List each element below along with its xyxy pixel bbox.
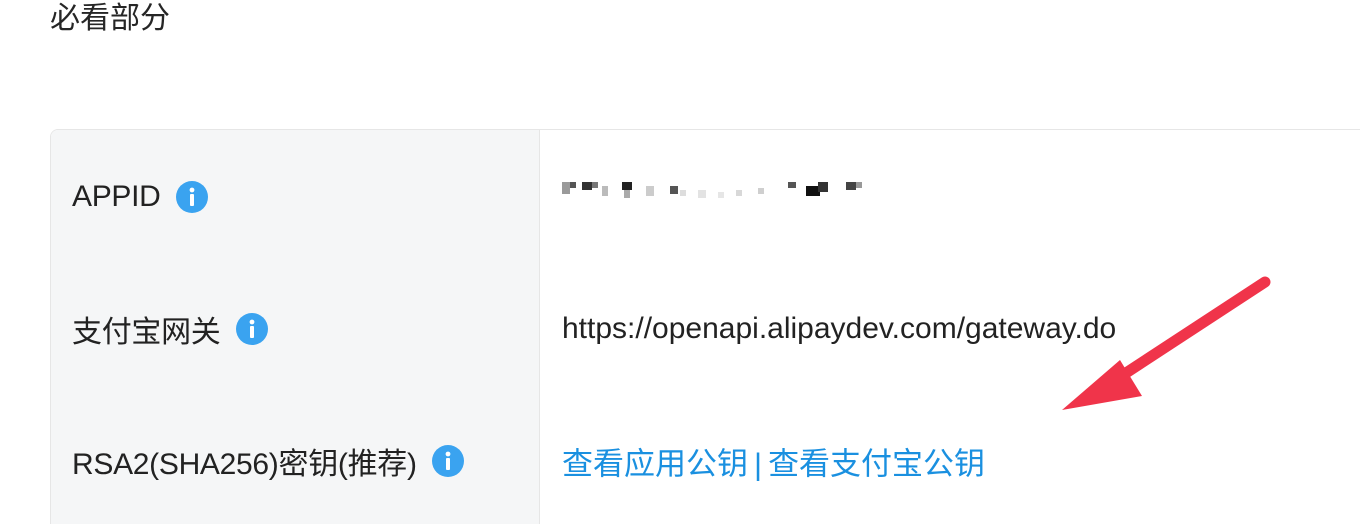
info-icon[interactable] [175,180,209,214]
info-icon[interactable] [431,444,465,478]
label-gateway-wrap: 支付宝网关 [72,307,269,351]
label-cell-appid: APPID [51,130,540,263]
label-appid: APPID [72,179,161,213]
value-cell-appid [540,130,1360,263]
rsa2-links: 查看应用公钥 | 查看支付宝公钥 [562,439,985,484]
page: 必看部分 APPID 支付宝网关 https://openapi.alipayd… [0,0,1360,524]
label-cell-rsa2: RSA2(SHA256)密钥(推荐) [51,395,540,524]
config-table: APPID 支付宝网关 https://openapi.alipaydev.co… [50,129,1360,524]
view-alipay-public-key-link[interactable]: 查看支付宝公钥 [768,447,985,482]
table-row-appid: APPID [51,130,1360,263]
table-row-gateway: 支付宝网关 https://openapi.alipaydev.com/gate… [51,263,1360,395]
info-icon[interactable] [235,312,269,346]
label-rsa2: RSA2(SHA256)密钥(推荐) [72,448,417,481]
label-appid-wrap: APPID [72,180,209,214]
section-title: 必看部分 [50,2,170,35]
label-rsa2-wrap: RSA2(SHA256)密钥(推荐) [72,439,465,483]
value-cell-gateway: https://openapi.alipaydev.com/gateway.do [540,263,1360,395]
link-separator: | [754,446,763,482]
label-gateway: 支付宝网关 [72,316,221,349]
masked-appid-value [562,182,862,198]
table-row-rsa2: RSA2(SHA256)密钥(推荐) 查看应用公钥 | 查看支付宝公钥 [51,395,1360,524]
value-cell-rsa2: 查看应用公钥 | 查看支付宝公钥 [540,395,1360,524]
view-app-public-key-link[interactable]: 查看应用公钥 [562,447,748,482]
label-cell-gateway: 支付宝网关 [51,263,540,395]
gateway-url: https://openapi.alipaydev.com/gateway.do [562,312,1117,345]
